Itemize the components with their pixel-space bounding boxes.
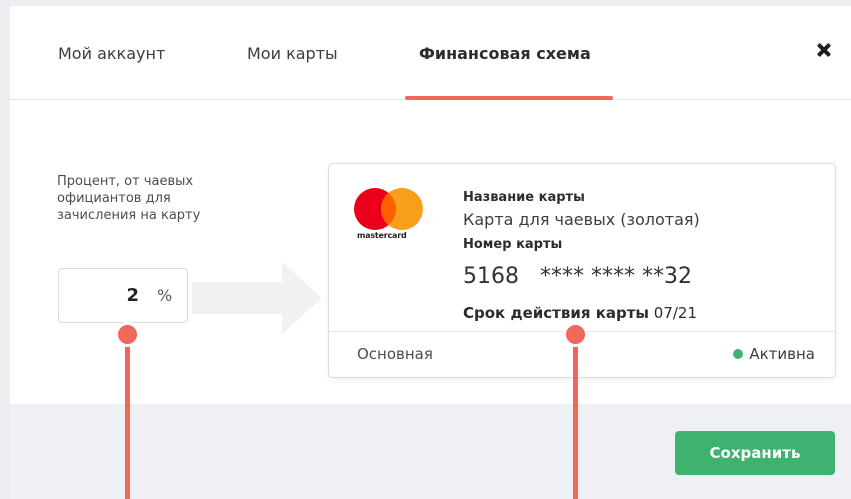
card-brand: mastercard <box>357 231 407 240</box>
card-expiry: Срок действия карты 07/21 <box>463 304 697 322</box>
percent-unit: % <box>157 286 173 305</box>
annotation-pin-line <box>125 332 130 499</box>
save-button[interactable]: Сохранить <box>675 431 835 475</box>
card-number-value: 5168 **** **** **32 <box>463 264 692 289</box>
card-name-value: Карта для чаевых (золотая) <box>463 210 700 229</box>
percent-value: 2 <box>126 285 139 306</box>
status-dot-icon <box>733 349 744 359</box>
modal-footer: Сохранить <box>10 404 851 499</box>
close-icon[interactable] <box>812 38 836 62</box>
active-tab-indicator <box>405 96 613 100</box>
card-number-label: Номер карты <box>463 237 563 252</box>
card-expiry-value: 07/21 <box>653 304 698 322</box>
card-name-label: Название карты <box>463 190 585 205</box>
percent-label: Процент, от чаевых официантов для зачисл… <box>57 174 201 223</box>
arrow-right-icon <box>192 262 322 334</box>
tab-financial-scheme[interactable]: Финансовая схема <box>419 44 591 63</box>
settings-modal: Мой аккаунт Мои карты Финансовая схема П… <box>10 6 851 499</box>
tab-bar: Мой аккаунт Мои карты Финансовая схема <box>10 6 851 100</box>
card-type: Основная <box>357 345 433 363</box>
status-badge: Активна <box>733 345 815 363</box>
tab-my-account[interactable]: Мой аккаунт <box>58 44 165 63</box>
card-expiry-label: Срок действия карты <box>463 304 649 322</box>
status-label: Активна <box>749 345 815 363</box>
percent-input[interactable]: 2 % <box>58 268 188 323</box>
card-panel[interactable]: mastercard Название карты Карта для чаев… <box>328 163 836 378</box>
annotation-pin-marker <box>563 322 588 347</box>
annotation-pin-line <box>573 332 578 499</box>
annotation-pin-marker <box>115 322 140 347</box>
tab-my-cards[interactable]: Мои карты <box>247 44 338 63</box>
